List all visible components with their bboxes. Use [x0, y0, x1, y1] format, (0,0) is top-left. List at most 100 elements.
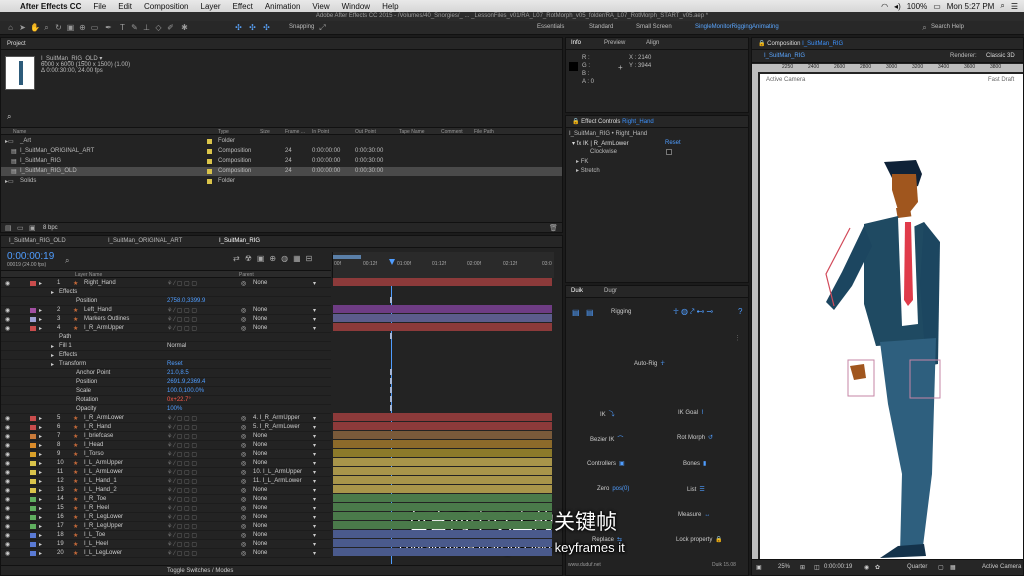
effect-group-fk[interactable]: ▸ FK: [576, 158, 588, 165]
parent-select[interactable]: None: [253, 280, 267, 286]
expand-twirl-icon[interactable]: ▸: [39, 451, 42, 458]
parent-pickwhip-icon[interactable]: ◎: [241, 442, 246, 449]
comp-time[interactable]: 0:00:00:19: [824, 564, 852, 570]
layer-duration-bar[interactable]: [333, 422, 552, 430]
property-value[interactable]: Reset: [167, 361, 183, 367]
project-row[interactable]: ▤ I_SuitMan_RIG Composition 24 0:00:00:0…: [1, 157, 562, 166]
layer-switches[interactable]: ⚘ ⁄ ▢ ▢ ▢: [167, 469, 197, 476]
layer-switches[interactable]: ⚘ ⁄ ▢ ▢ ▢: [167, 280, 197, 287]
layer-name[interactable]: I_R_ArmLower: [84, 415, 124, 421]
layer-row[interactable]: ◉ ▸ 7 ★ I_briefcase ⚘ ⁄ ▢ ▢ ▢ ◎ None ▾: [1, 432, 331, 441]
layer-name[interactable]: I_Head: [84, 442, 103, 448]
layer-duration-bar[interactable]: [333, 278, 552, 286]
property-value[interactable]: 2758.0,3399.9: [167, 298, 205, 304]
rotate-tool-icon[interactable]: ↻: [54, 23, 63, 32]
parent-pickwhip-icon[interactable]: ◎: [241, 415, 246, 422]
parent-pickwhip-icon[interactable]: ◎: [241, 325, 246, 332]
playhead-handle[interactable]: [389, 259, 395, 265]
chevron-down-icon[interactable]: ▾: [313, 478, 316, 485]
duik-animation-icon[interactable]: ▤: [586, 308, 594, 317]
label-swatch[interactable]: [207, 139, 212, 144]
duik-url[interactable]: www.duduf.net: [568, 562, 601, 568]
parent-select[interactable]: 11. I_L_ArmLower: [253, 478, 302, 484]
layer-switches[interactable]: ⚘ ⁄ ▢ ▢ ▢: [167, 478, 197, 485]
menu-edit[interactable]: Edit: [118, 2, 132, 11]
layer-duration-bar[interactable]: [333, 494, 552, 502]
type-tool-icon[interactable]: T: [118, 23, 127, 32]
layer-switches[interactable]: ⚘ ⁄ ▢ ▢ ▢: [167, 442, 197, 449]
visibility-eye-icon[interactable]: ◉: [5, 325, 10, 332]
property-row[interactable]: ▸ Fill 1 Normal: [1, 342, 331, 351]
work-area-bar[interactable]: [333, 255, 361, 259]
layer-duration-bar[interactable]: [333, 305, 552, 313]
duik-settings-icon[interactable]: ⋮: [734, 334, 741, 342]
property-row[interactable]: Rotation 0x+22.7°: [1, 396, 331, 405]
project-search-icon[interactable]: ⌕: [7, 112, 11, 122]
expand-twirl-icon[interactable]: ▸: [39, 469, 42, 476]
property-row[interactable]: Position 2758.0,3399.9: [1, 297, 331, 306]
menu-animation[interactable]: Animation: [265, 2, 301, 11]
home-icon[interactable]: ⌂: [6, 23, 15, 32]
parent-select[interactable]: None: [253, 487, 267, 493]
zoom-tool-icon[interactable]: ⌕: [42, 23, 51, 32]
composition-viewer[interactable]: Active Camera Fast Draft: [760, 74, 1023, 559]
parent-pickwhip-icon[interactable]: ◎: [241, 433, 246, 440]
layer-switches[interactable]: ⚘ ⁄ ▢ ▢ ▢: [167, 433, 197, 440]
bpc-button[interactable]: 8 bpc: [43, 225, 58, 231]
search-icon[interactable]: ⌕: [920, 23, 929, 32]
property-value[interactable]: 0x+22.7°: [167, 397, 191, 403]
renderer-select[interactable]: Classic 3D: [986, 53, 1015, 59]
layer-row[interactable]: ◉ ▸ 12 ★ I_L_Hand_1 ⚘ ⁄ ▢ ▢ ▢ ◎ 11. I_L_ArmLowe…: [1, 477, 331, 486]
ik-button[interactable]: IK ⤵: [600, 409, 615, 418]
list-button[interactable]: List ☰: [687, 486, 705, 493]
layer-row[interactable]: ◉ ▸ 3 ★ Markers Outlines ⚘ ⁄ ▢ ▢ ▢ ◎ None ▾: [1, 315, 331, 324]
project-row[interactable]: ▸▭ Solids Folder: [1, 177, 562, 186]
parent-pickwhip-icon[interactable]: ◎: [241, 424, 246, 431]
layer-name[interactable]: I_L_ArmLower: [84, 469, 123, 475]
keyframe-marker[interactable]: [390, 387, 392, 393]
col-in-point[interactable]: In Point: [312, 129, 329, 135]
snapping-icon[interactable]: ⤢: [318, 23, 327, 32]
zoom-select[interactable]: 25%: [778, 564, 790, 570]
time-ruler[interactable]: 00f 00:12f 01:00f 01:12f 02:00f 02:12f 0…: [332, 252, 554, 278]
layer-name[interactable]: I_L_Hand_1: [84, 478, 117, 484]
layer-switches[interactable]: ⚘ ⁄ ▢ ▢ ▢: [167, 316, 197, 323]
keyframe-marker[interactable]: [390, 405, 392, 411]
tab-preview[interactable]: Preview: [604, 40, 625, 46]
composition-name[interactable]: I_SuitMan_RIG: [802, 41, 843, 47]
layer-label-color[interactable]: [30, 488, 36, 493]
expand-twirl-icon[interactable]: ▸: [39, 442, 42, 449]
chevron-down-icon[interactable]: ▾: [313, 433, 316, 440]
parent-pickwhip-icon[interactable]: ◎: [241, 307, 246, 314]
rot-morph-button[interactable]: Rot Morph ↺: [677, 434, 713, 441]
layer-row[interactable]: ◉ ▸ 14 ★ I_R_Toe ⚘ ⁄ ▢ ▢ ▢ ◎ None ▾: [1, 495, 331, 504]
workspace-essentials[interactable]: Essentials: [537, 24, 564, 30]
parent-select[interactable]: None: [253, 451, 267, 457]
fx-icon[interactable]: ▾ fx: [572, 141, 583, 147]
keyframe-marker[interactable]: [390, 369, 392, 375]
parent-select[interactable]: 5. I_R_ArmLower: [253, 424, 300, 430]
parent-select[interactable]: None: [253, 316, 267, 322]
property-row[interactable]: Opacity 100%: [1, 405, 331, 414]
parent-select[interactable]: None: [253, 442, 267, 448]
visibility-eye-icon[interactable]: ◉: [5, 496, 10, 503]
layer-switches[interactable]: ⚘ ⁄ ▢ ▢ ▢: [167, 496, 197, 503]
layer-duration-bar[interactable]: [333, 413, 552, 421]
chevron-down-icon[interactable]: ▾: [313, 307, 316, 314]
col-size[interactable]: Size: [260, 129, 270, 135]
selection-tool-icon[interactable]: ➤: [18, 23, 27, 32]
search-help-field[interactable]: Search Help: [931, 24, 964, 30]
parent-select[interactable]: None: [253, 496, 267, 502]
layer-label-color[interactable]: [30, 452, 36, 457]
parent-pickwhip-icon[interactable]: ◎: [241, 316, 246, 323]
camera-tool-icon[interactable]: ▣: [66, 23, 75, 32]
tab-info[interactable]: Info: [571, 40, 581, 46]
effect-group-stretch[interactable]: ▸ Stretch: [576, 167, 600, 174]
layer-duration-bar[interactable]: [333, 476, 552, 484]
workspace-small-screen[interactable]: Small Screen: [636, 24, 672, 30]
visibility-eye-icon[interactable]: ◉: [5, 469, 10, 476]
tab-dugr[interactable]: Dugr: [604, 288, 617, 294]
keyframe-marker[interactable]: [390, 396, 392, 402]
layer-row[interactable]: ◉ ▸ 5 ★ I_R_ArmLower ⚘ ⁄ ▢ ▢ ▢ ◎ 4. I_R_ArmUppe…: [1, 414, 331, 423]
new-comp-icon[interactable]: ▣: [29, 224, 36, 232]
